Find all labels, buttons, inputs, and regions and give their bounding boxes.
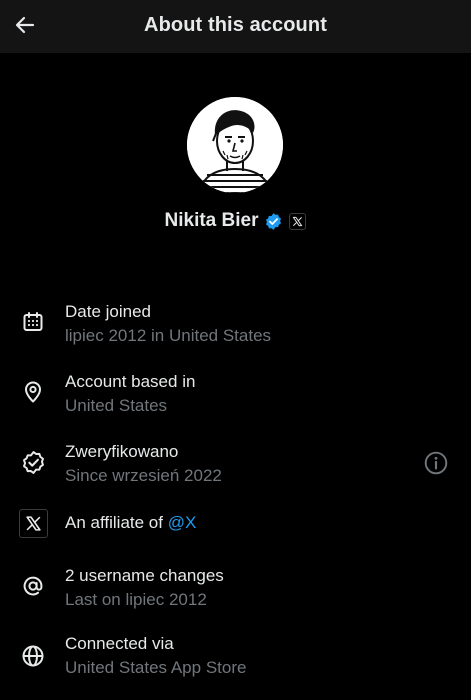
- globe-icon: [18, 641, 48, 671]
- date-joined-title: Date joined: [65, 302, 152, 321]
- location-pin-icon: [18, 377, 48, 407]
- info-button[interactable]: [423, 450, 449, 476]
- account-based-in-title: Account based in: [65, 372, 196, 391]
- x-logo-icon[interactable]: [18, 508, 48, 538]
- verified-row: Zweryfikowano Since wrzesień 2022: [0, 440, 471, 496]
- username-changes-row: 2 username changes Last on lipiec 2012: [0, 564, 471, 620]
- affiliate-text: An affiliate of @X: [65, 513, 196, 533]
- account-based-in-value: United States: [65, 396, 168, 415]
- username-changes-last: Last on lipiec 2012: [65, 590, 207, 609]
- page-title: About this account: [144, 14, 327, 36]
- at-sign-icon: [18, 571, 48, 601]
- verified-since: Since wrzesień 2022: [65, 466, 222, 485]
- x-logo-icon[interactable]: [289, 212, 307, 230]
- affiliate-label: An affiliate of: [65, 513, 163, 532]
- avatar: [187, 97, 283, 193]
- account-based-in-row: Account based in United States: [0, 370, 471, 426]
- top-bar: About this account: [0, 0, 471, 53]
- date-joined-row: Date joined lipiec 2012 in United States: [0, 300, 471, 356]
- verified-outline-icon: [18, 447, 48, 477]
- profile-name-row: Nikita Bier: [0, 208, 471, 234]
- verified-badge-icon: [264, 212, 283, 231]
- affiliate-link[interactable]: @X: [168, 513, 197, 532]
- connected-via-row: Connected via United States App Store: [0, 634, 471, 690]
- calendar-icon: [18, 307, 48, 337]
- verified-title: Zweryfikowano: [65, 442, 179, 461]
- affiliate-row: An affiliate of @X: [0, 508, 471, 564]
- connected-via-value: United States App Store: [65, 658, 247, 677]
- info-icon: [424, 451, 448, 475]
- date-joined-value: lipiec 2012 in United States: [65, 326, 272, 345]
- username-changes-title: 2 username changes: [65, 566, 224, 585]
- affiliate-logo: [18, 508, 48, 538]
- connected-via-title: Connected via: [65, 634, 174, 653]
- profile-name: Nikita Bier: [164, 210, 259, 231]
